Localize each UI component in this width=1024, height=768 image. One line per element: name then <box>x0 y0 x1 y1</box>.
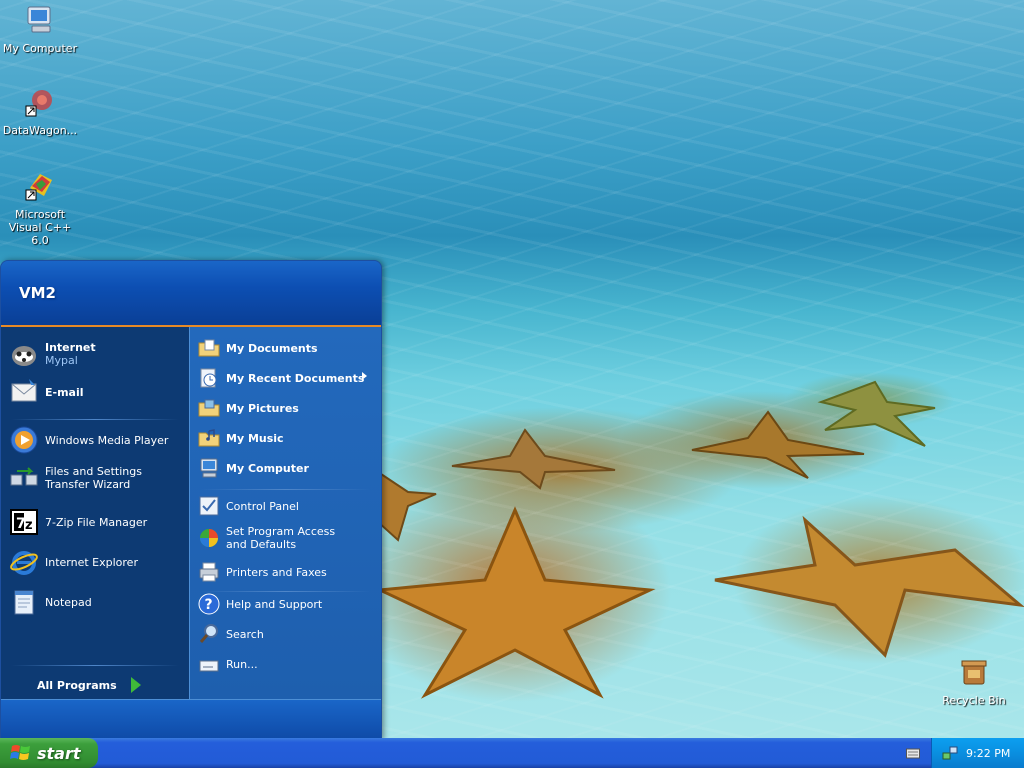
desktop-icon-visual-cpp[interactable]: Microsoft Visual C++ 6.0 <box>0 170 80 247</box>
email-icon <box>11 379 37 402</box>
place-my-computer[interactable]: My Computer <box>198 457 375 479</box>
start-menu-places-pane: My Documents My Recent Documents My Pict… <box>190 327 381 699</box>
help-and-support[interactable]: ? Help and Support <box>198 593 375 615</box>
place-label: My Documents <box>226 341 318 355</box>
search-icon <box>199 624 218 643</box>
system-tray: 9:22 PM <box>931 738 1024 768</box>
folder-music-icon <box>198 429 220 447</box>
run[interactable]: Run... <box>198 653 375 675</box>
windows-flag-icon <box>10 745 30 760</box>
setting-control-panel[interactable]: Control Panel <box>198 495 375 517</box>
start-menu-footer <box>1 699 381 739</box>
starfish-decoration <box>378 470 437 542</box>
setting-program-defaults[interactable]: Set Program Access and Defaults <box>198 525 375 551</box>
help-label: Run... <box>226 657 258 671</box>
place-my-documents[interactable]: My Documents <box>198 337 375 359</box>
separator <box>11 419 179 420</box>
program-notepad[interactable]: Notepad <box>9 587 92 617</box>
help-label: Help and Support <box>226 597 323 611</box>
my-computer-icon <box>27 6 51 33</box>
notepad-icon <box>14 590 34 615</box>
place-recent-documents[interactable]: My Recent Documents <box>198 367 375 389</box>
desktop-icon-datawagon[interactable]: DataWagon... <box>0 86 80 137</box>
desktop-icon-label: DataWagon... <box>2 124 78 137</box>
svg-text:z: z <box>25 518 33 533</box>
place-label: My Pictures <box>226 401 299 415</box>
desktop-icon-recycle-bin[interactable]: Recycle Bin <box>934 656 1014 707</box>
desktop-icon-label: My Computer <box>2 42 78 55</box>
place-label: My Computer <box>226 461 309 475</box>
start-menu: VM2 Internet Mypal E-mail Windows Media … <box>0 260 382 740</box>
desktop-icon-label: Microsoft Visual C++ 6.0 <box>8 208 72 247</box>
program-label: Files and Settings Transfer Wizard <box>45 465 142 491</box>
taskbar: start 9:22 PM <box>0 738 1024 768</box>
place-my-music[interactable]: My Music <box>198 427 375 449</box>
keyboard-icon[interactable] <box>906 747 920 759</box>
desktop-icon-label: Recycle Bin <box>942 694 1006 707</box>
folder-pictures-icon <box>198 399 220 417</box>
pinned-internet[interactable]: Internet Mypal <box>9 339 96 369</box>
computer-icon <box>200 458 218 478</box>
separator <box>11 665 179 666</box>
starfish-decoration <box>817 380 936 447</box>
program-internet-explorer[interactable]: Internet Explorer <box>9 547 138 577</box>
printer-icon <box>199 562 219 582</box>
setting-label: Set Program Access and Defaults <box>226 525 336 551</box>
program-transfer-wizard[interactable]: Files and Settings Transfer Wizard <box>9 463 185 493</box>
pinned-title: E-mail <box>45 385 84 399</box>
program-defaults-icon <box>200 529 218 547</box>
start-label: start <box>37 743 81 763</box>
program-label: Windows Media Player <box>45 433 169 447</box>
submenu-arrow-icon <box>362 372 367 380</box>
transfer-wizard-icon <box>10 467 38 486</box>
start-menu-programs-pane: Internet Mypal E-mail Windows Media Play… <box>1 327 190 699</box>
setting-label: Printers and Faxes <box>226 565 327 579</box>
internet-explorer-icon <box>10 551 38 575</box>
pinned-title: Internet <box>45 341 96 354</box>
starfish-decoration <box>714 515 1024 658</box>
program-label: Notepad <box>45 595 92 609</box>
visual-cpp-shortcut-icon <box>25 174 52 201</box>
recycle-bin-icon <box>961 660 987 685</box>
clock[interactable]: 9:22 PM <box>966 747 1010 760</box>
media-player-icon <box>10 426 38 454</box>
network-icon[interactable] <box>942 745 958 761</box>
recent-documents-icon <box>200 368 217 388</box>
start-button[interactable]: start <box>0 738 98 768</box>
svg-text:?: ? <box>205 597 213 613</box>
pinned-subtitle: Mypal <box>45 354 78 367</box>
starfish-decoration <box>451 428 616 490</box>
place-my-pictures[interactable]: My Pictures <box>198 397 375 419</box>
help-label: Search <box>226 627 264 641</box>
setting-printers[interactable]: Printers and Faxes <box>198 561 375 583</box>
desktop-icon-my-computer[interactable]: My Computer <box>0 4 80 55</box>
separator <box>200 591 371 592</box>
control-panel-icon <box>199 496 219 516</box>
start-menu-header: VM2 <box>1 261 381 327</box>
program-media-player[interactable]: Windows Media Player <box>9 425 168 455</box>
all-programs-label: All Programs <box>37 678 117 692</box>
program-label: Internet Explorer <box>45 555 138 569</box>
separator <box>200 489 371 490</box>
all-programs-button[interactable]: All Programs <box>37 677 141 693</box>
place-label: My Music <box>226 431 284 445</box>
setting-label: Control Panel <box>226 499 299 513</box>
folder-documents-icon <box>198 339 220 357</box>
seven-zip-icon: 7 z <box>10 509 38 535</box>
program-7zip[interactable]: 7 z 7-Zip File Manager <box>9 507 147 537</box>
user-name: VM2 <box>19 284 56 302</box>
program-label: 7-Zip File Manager <box>45 515 148 529</box>
place-label: My Recent Documents <box>226 371 365 385</box>
help-icon: ? <box>198 593 220 615</box>
datawagon-shortcut-icon <box>25 90 52 117</box>
run-icon <box>199 660 219 672</box>
pinned-email[interactable]: E-mail <box>9 377 84 407</box>
mypal-browser-icon <box>12 346 36 366</box>
green-arrow-icon <box>130 677 141 693</box>
search[interactable]: Search <box>198 623 375 645</box>
